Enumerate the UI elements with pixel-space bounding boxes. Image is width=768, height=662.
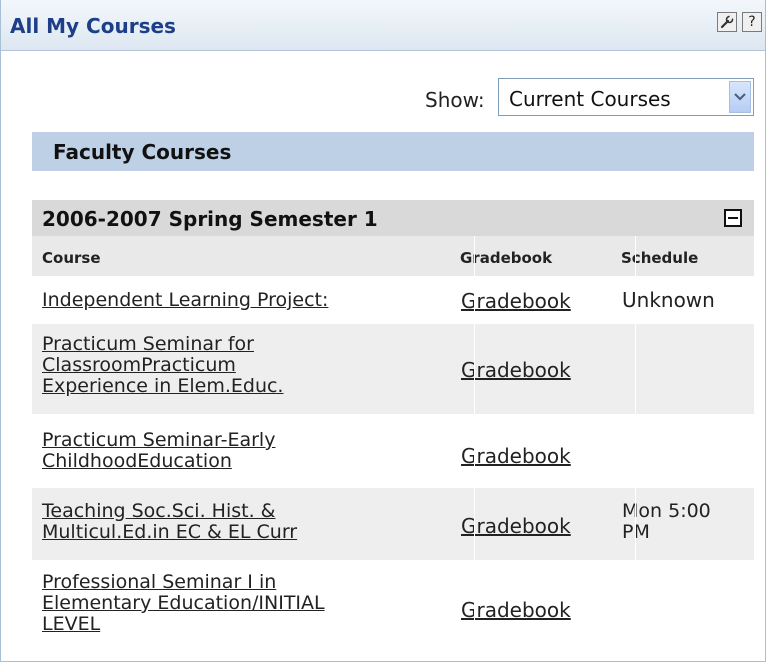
gradebook-link[interactable]: Gradebook bbox=[461, 289, 571, 313]
column-divider bbox=[635, 236, 636, 660]
table-row: Practicum Seminar for ClassroomPracticum… bbox=[32, 324, 754, 414]
term-title: 2006-2007 Spring Semester 1 bbox=[42, 207, 378, 231]
course-link[interactable]: Professional Seminar I in Elementary Edu… bbox=[42, 571, 325, 635]
course-link[interactable]: Teaching Soc.Sci. Hist. & Multicul.Ed.in… bbox=[42, 500, 297, 543]
table-header: Course Gradebook Schedule bbox=[32, 236, 754, 276]
gradebook-link[interactable]: Gradebook bbox=[461, 444, 571, 468]
gradebook-link[interactable]: Gradebook bbox=[461, 358, 571, 382]
column-divider bbox=[474, 236, 475, 660]
wrench-icon[interactable] bbox=[717, 12, 737, 32]
panel-titlebar: All My Courses ? bbox=[1, 0, 765, 51]
term-header: 2006-2007 Spring Semester 1 bbox=[32, 200, 754, 236]
gradebook-link[interactable]: Gradebook bbox=[461, 514, 571, 538]
minus-box-icon[interactable] bbox=[724, 209, 742, 227]
table-row: Practicum Seminar-Early ChildhoodEducati… bbox=[32, 414, 754, 488]
table-row: Teaching Soc.Sci. Hist. & Multicul.Ed.in… bbox=[32, 488, 754, 560]
course-filter-select[interactable]: Current Courses bbox=[498, 78, 754, 116]
course-filter-value: Current Courses bbox=[509, 87, 671, 111]
show-label: Show: bbox=[425, 88, 485, 112]
schedule-cell: Mon 5:00 PM bbox=[622, 500, 711, 543]
panel-title: All My Courses bbox=[10, 14, 176, 38]
table-row: Independent Learning Project: Gradebook … bbox=[32, 276, 754, 324]
table-row: Professional Seminar I in Elementary Edu… bbox=[32, 560, 754, 660]
column-header-course: Course bbox=[42, 249, 101, 267]
course-filter-row: Show: Current Courses bbox=[1, 78, 765, 116]
chevron-down-icon[interactable] bbox=[729, 81, 751, 113]
faculty-courses-header: Faculty Courses bbox=[32, 132, 754, 171]
course-link[interactable]: Independent Learning Project: bbox=[42, 289, 328, 311]
section-title: Faculty Courses bbox=[53, 140, 232, 164]
course-link[interactable]: Practicum Seminar-Early ChildhoodEducati… bbox=[42, 429, 275, 472]
course-link[interactable]: Practicum Seminar for ClassroomPracticum… bbox=[42, 333, 283, 397]
all-my-courses-panel: All My Courses ? Show: Current Courses F… bbox=[0, 0, 766, 662]
help-button[interactable]: ? bbox=[742, 12, 762, 32]
column-header-schedule: Schedule bbox=[621, 249, 699, 267]
gradebook-link[interactable]: Gradebook bbox=[461, 598, 571, 622]
schedule-cell: Unknown bbox=[622, 288, 715, 312]
